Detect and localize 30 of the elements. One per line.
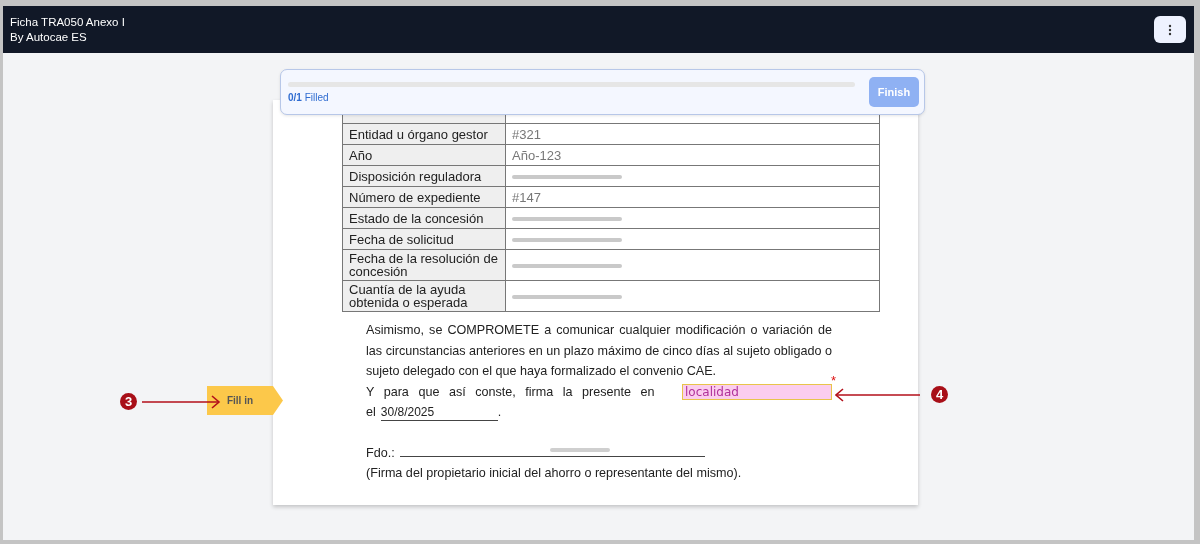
field-value: #321 [512,126,541,142]
table-cell: Entidad u órgano gestor [342,123,506,145]
table-cell: Número de expediente [342,186,506,208]
field-value: Año-123 [512,147,562,163]
filled-count: 0/1 Filled [288,91,330,103]
fill-in-tag[interactable]: Fill in [207,386,283,415]
date-prefix: el [366,404,376,421]
field-value: #147 [512,189,541,205]
left-arrow-icon [835,387,921,402]
table-cell: Cuantía de la ayuda obtenida o esperada [342,280,506,312]
menu-button[interactable] [1154,16,1186,43]
table-cell: Fecha de solicitud [342,228,506,250]
more-icon [1168,23,1172,36]
signing-text: Y para que así conste, firma la presente en [366,383,655,401]
locality-field[interactable]: localidad [682,383,832,400]
step-number: 3 [120,393,137,410]
document-title: Ficha TRA050 Anexo I [10,16,125,28]
signature-note: (Firma del propietario inicial del ahorro o representante del mismo). [366,465,743,482]
table-cell: Fecha de la resolución de concesión [342,249,506,281]
right-arrow-icon [141,394,221,409]
table-cell: Estado de la concesión [342,207,506,229]
table-cell: Año [342,144,506,166]
required-mark: * [830,373,836,387]
signature-label: Fdo.: [366,444,395,462]
table-cell: Disposición reguladora [342,165,506,187]
author-label: By Autocae ES [10,31,88,43]
commitment-paragraph: Asimismo, se COMPROMETE a comunicar cualquier modificación o variación de las circunstancias anteriores en un plazo máximo de cinco días al sujeto obligado o sujeto delegado con el que haya formalizado el convenio CAE. [366,322,832,378]
step-number: 4 [931,386,948,403]
date-field[interactable]: 30/8/2025 [380,405,498,421]
date-suffix: . [497,404,502,421]
